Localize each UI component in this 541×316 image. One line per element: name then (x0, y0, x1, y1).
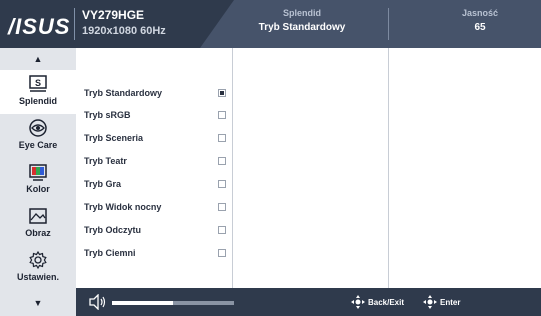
sidebar-label-eye-care: Eye Care (18, 140, 58, 150)
mode-label: Tryb sRGB (84, 110, 131, 120)
mode-label: Tryb Ciemni (84, 248, 136, 258)
header-splendid-status: Splendid Tryb Standardowy (232, 8, 372, 33)
osd-header: /ISUS VY279HGE 1920x1080 60Hz Splendid T… (0, 0, 541, 48)
mode-option-game[interactable]: Tryb Gra (84, 177, 234, 195)
mode-label: Tryb Widok nocny (84, 202, 162, 212)
splendid-status-label: Splendid (283, 8, 321, 18)
mode-label: Tryb Teatr (84, 156, 127, 166)
monitor-model: VY279HGE (82, 8, 145, 22)
splendid-status-value: Tryb Standardowy (258, 22, 346, 33)
scroll-down-icon[interactable]: ▼ (0, 298, 76, 308)
mode-label: Tryb Sceneria (84, 133, 144, 143)
image-icon (29, 208, 47, 224)
mode-label: Tryb Gra (84, 179, 122, 189)
joystick-enter-icon (423, 295, 437, 309)
mode-option-srgb[interactable]: Tryb sRGB (84, 108, 234, 126)
mode-option-night-view[interactable]: Tryb Widok nocny (84, 200, 234, 218)
mode-checkbox[interactable] (218, 180, 226, 188)
speaker-icon (89, 294, 106, 310)
sidebar-item-splendid[interactable]: S Splendid (0, 70, 76, 114)
sidebar-label-settings: Ustawien. (16, 272, 59, 282)
header-separator (388, 8, 389, 40)
mode-checkbox[interactable] (218, 157, 226, 165)
brightness-status-label: Jasność (461, 8, 499, 18)
mode-label: Tryb Odczytu (84, 225, 142, 235)
mode-checkbox[interactable] (218, 226, 226, 234)
header-divider (74, 8, 75, 40)
mode-checkbox[interactable] (218, 111, 226, 119)
sidebar-label-image: Obraz (25, 228, 51, 238)
mode-checkbox[interactable] (218, 249, 226, 257)
osd-sidebar: ▲ S Splendid Eye Care Kolor Obraz Ustawi… (0, 48, 76, 316)
back-exit-label: Back/Exit (368, 297, 405, 307)
column-divider-2 (388, 48, 389, 288)
color-icon (29, 164, 47, 181)
mode-option-reading[interactable]: Tryb Odczytu (84, 223, 234, 241)
scroll-up-icon[interactable]: ▲ (0, 54, 76, 64)
enter-label: Enter (440, 297, 461, 307)
mode-option-standard[interactable]: Tryb Standardowy (84, 86, 234, 104)
mode-checkbox[interactable] (218, 203, 226, 211)
resolution-info: 1920x1080 60Hz (82, 25, 166, 37)
settings-gear-icon (29, 250, 47, 270)
asus-logo: /ISUS (8, 14, 71, 39)
header-brightness-status: Jasność 65 (420, 8, 540, 33)
eye-care-icon (29, 119, 47, 137)
joystick-back-icon (351, 295, 365, 309)
volume-bar[interactable] (112, 301, 234, 305)
mode-option-theater[interactable]: Tryb Teatr (84, 154, 234, 172)
sidebar-item-color[interactable]: Kolor (0, 158, 76, 202)
splendid-icon: S (29, 75, 47, 92)
sidebar-label-color: Kolor (26, 184, 50, 194)
back-exit-hint: Back/Exit (350, 294, 404, 310)
mode-checkbox[interactable] (218, 134, 226, 142)
sidebar-item-settings[interactable]: Ustawien. (0, 246, 76, 290)
svg-text:S: S (35, 78, 41, 88)
mode-option-darkroom[interactable]: Tryb Ciemni (84, 246, 234, 264)
sidebar-item-image[interactable]: Obraz (0, 202, 76, 246)
sidebar-item-eye-care[interactable]: Eye Care (0, 114, 76, 158)
enter-hint: Enter (422, 294, 460, 310)
osd-footer: Back/Exit Enter (76, 288, 541, 316)
mode-label: Tryb Standardowy (84, 88, 163, 98)
brightness-status-value: 65 (474, 22, 486, 33)
mode-checkbox[interactable] (218, 89, 226, 97)
mode-option-scenery[interactable]: Tryb Sceneria (84, 131, 234, 149)
volume-bar-fill (112, 301, 173, 305)
sidebar-label-splendid: Splendid (19, 96, 57, 106)
